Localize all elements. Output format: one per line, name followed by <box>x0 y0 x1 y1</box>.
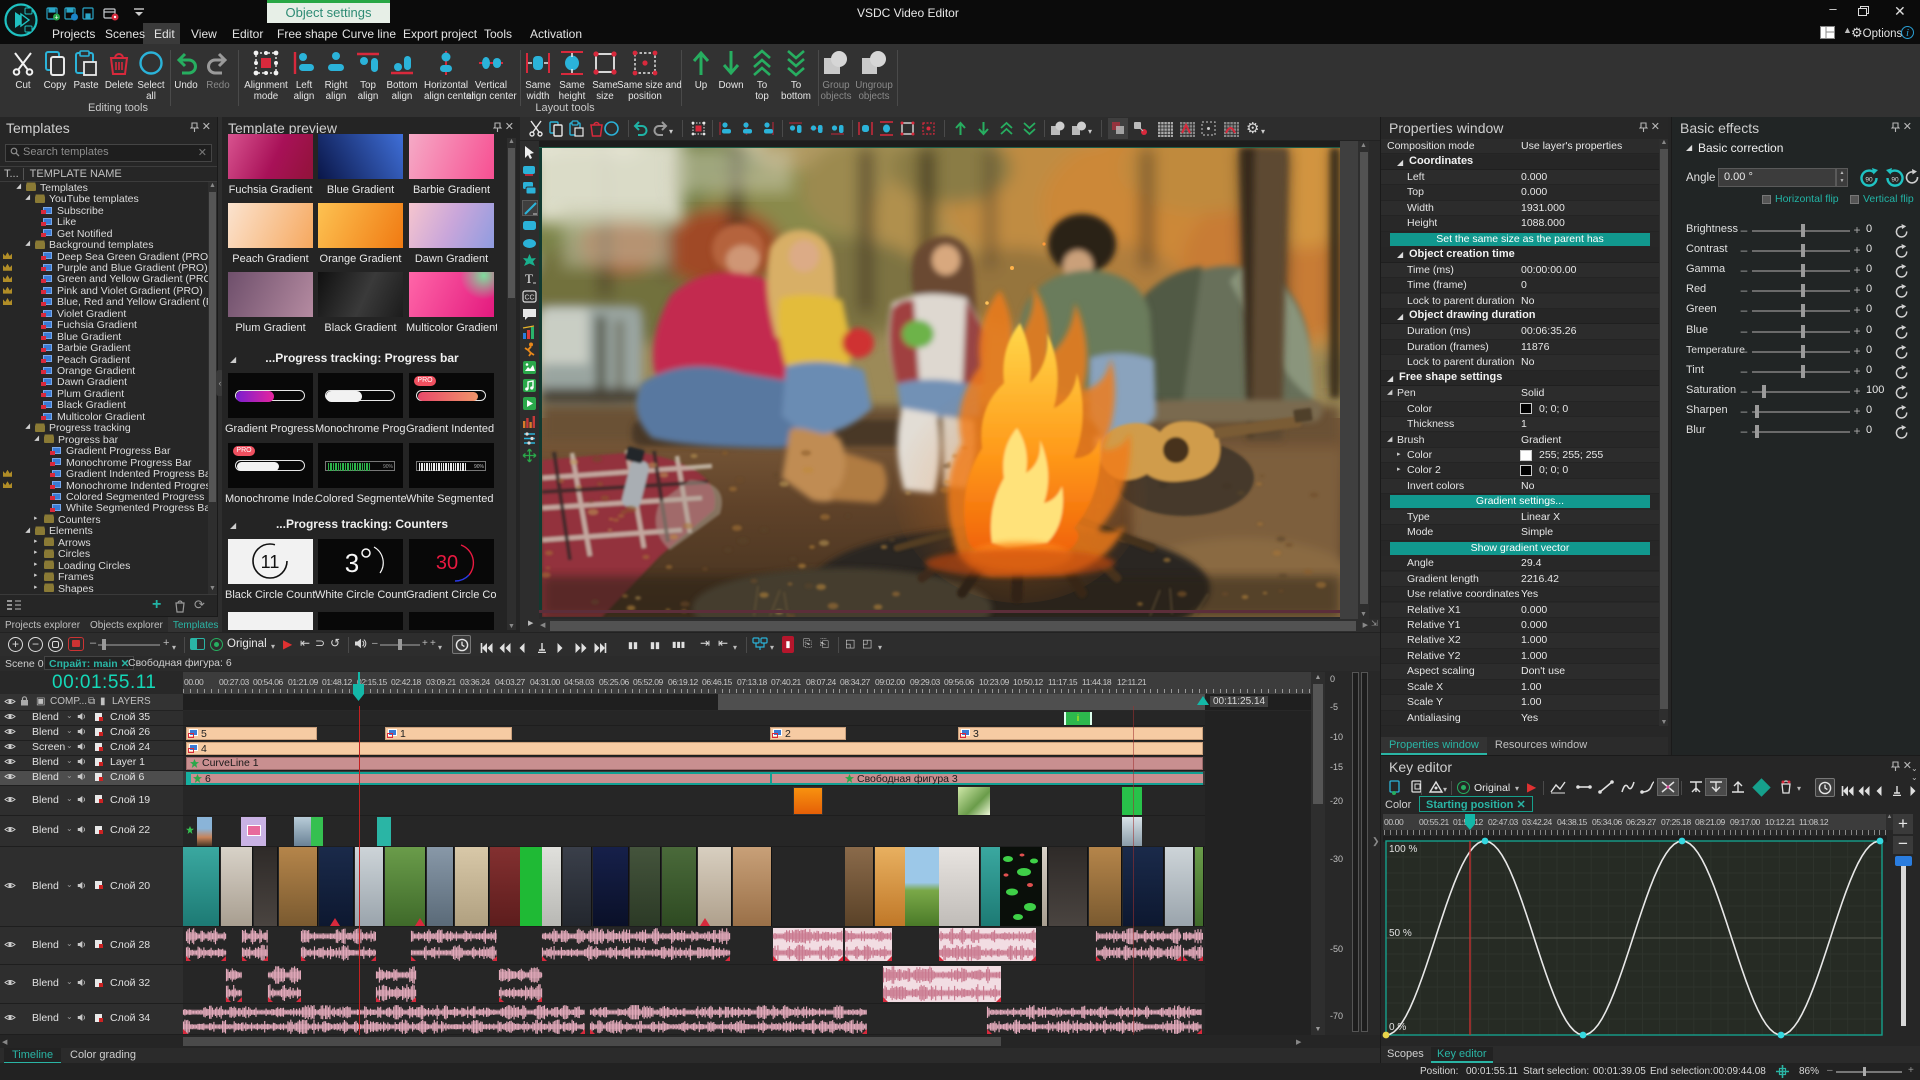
svg-text:+: + <box>54 15 58 21</box>
svg-text:90: 90 <box>1891 177 1899 184</box>
svg-text:11: 11 <box>261 552 280 572</box>
svg-text:CC: CC <box>524 295 534 302</box>
svg-text:30: 30 <box>436 552 458 574</box>
svg-text:3: 3 <box>345 548 359 578</box>
svg-text:T: T <box>525 271 533 286</box>
svg-text:90: 90 <box>1865 177 1873 184</box>
